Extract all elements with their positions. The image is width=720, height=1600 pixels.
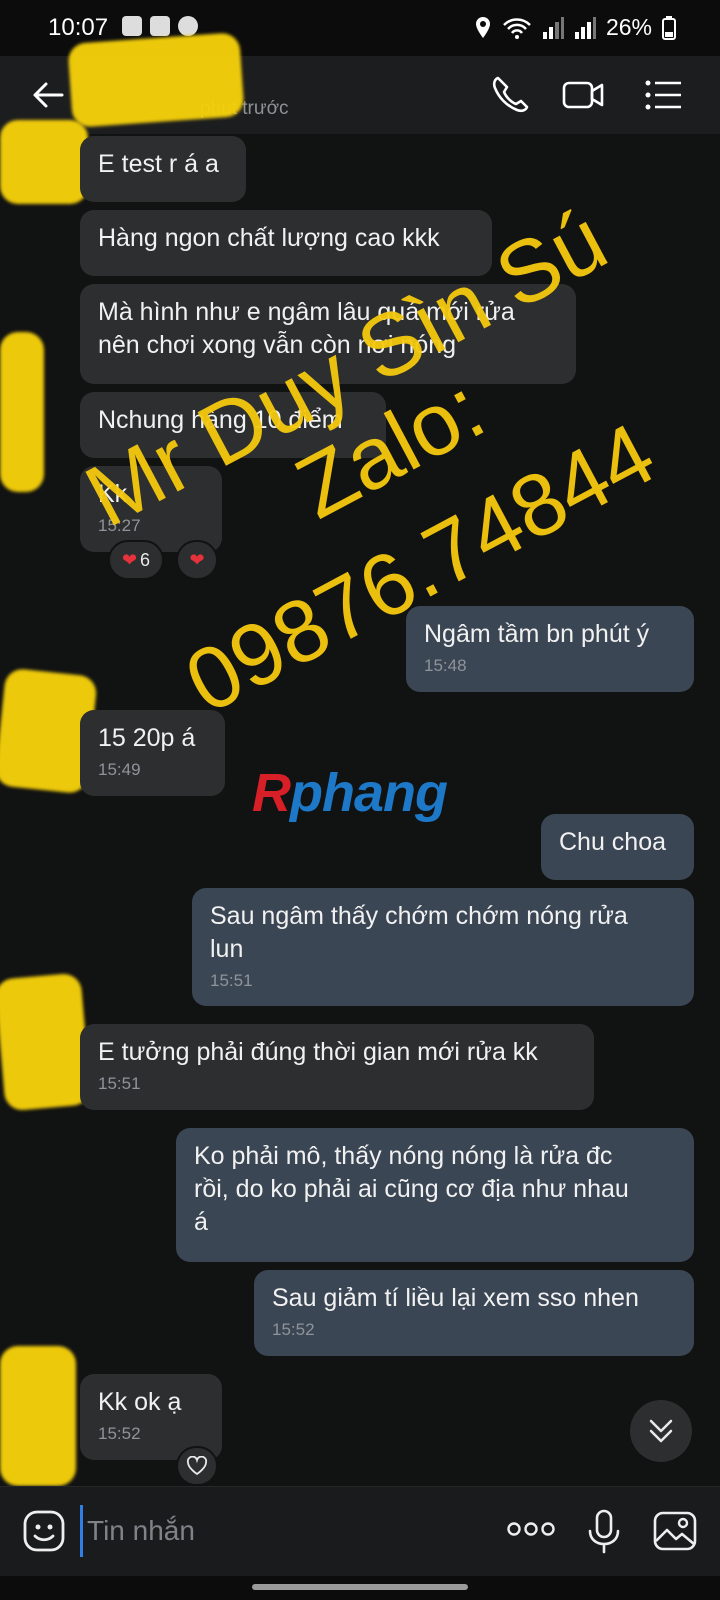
message-outgoing[interactable]: Sau ngâm thấy chớm chớm nóng rửa lun 15:… (192, 888, 694, 1006)
heart-icon: ❤ (189, 549, 205, 570)
scroll-to-bottom-button[interactable] (630, 1400, 692, 1462)
back-arrow-icon[interactable] (28, 74, 70, 116)
status-time: 10:07 (48, 14, 109, 41)
brand-logo: Rphang (252, 762, 448, 824)
signal-icon (542, 16, 564, 39)
status-right: 26% (474, 14, 676, 41)
message-time: 15:48 (424, 656, 467, 675)
signal-icon-2 (574, 16, 596, 39)
microphone-icon[interactable] (586, 1509, 622, 1555)
location-icon (475, 16, 490, 38)
message-text-line: Mà hình như e ngâm lâu quá mới rửa (98, 298, 515, 326)
menu-list-icon[interactable] (640, 72, 686, 118)
message-incoming[interactable]: Hàng ngon chất lượng cao kkk (80, 210, 492, 276)
message-time: 15:52 (98, 1424, 141, 1443)
message-time: 15:51 (210, 971, 253, 990)
home-indicator[interactable] (252, 1584, 468, 1590)
phone-call-icon[interactable] (488, 72, 534, 118)
message-outgoing[interactable]: Ngâm tầm bn phút ý 15:48 (406, 606, 694, 692)
react-heart-button[interactable]: ❤ (176, 540, 218, 580)
message-time: 15:27 (98, 516, 141, 535)
message-text: Ngâm tầm bn phút ý (424, 620, 650, 648)
message-outgoing[interactable]: Chu choa (541, 814, 694, 880)
message-text: Kk ok ạ (98, 1388, 182, 1416)
wifi-icon (503, 17, 531, 39)
message-text: Chu choa (559, 828, 667, 856)
message-text: Hàng ngon chất lượng cao kkk (98, 224, 440, 252)
message-text: Sau giảm tí liều lại xem sso nhen (272, 1284, 639, 1312)
notification-icons (122, 16, 198, 36)
video-call-icon[interactable] (560, 72, 606, 118)
message-text-line: nên chơi xong vẫn còn nơi nóng (98, 331, 457, 359)
message-text: Nchung hàng 10 điểm (98, 406, 343, 434)
battery-percent: 26% (605, 14, 652, 40)
message-incoming[interactable]: E tưởng phải đúng thời gian mới rửa kk 1… (80, 1024, 594, 1110)
message-text-line: Sau ngâm thấy chớm chớm nóng rửa (210, 902, 628, 930)
message-text-line: á (194, 1208, 208, 1236)
messenger-icon (122, 16, 142, 36)
message-time: 15:52 (272, 1320, 315, 1339)
image-gallery-icon[interactable] (652, 1509, 698, 1553)
message-input[interactable] (80, 1505, 489, 1557)
redaction-mark-name (67, 32, 245, 128)
more-options-icon[interactable] (506, 1521, 556, 1537)
message-incoming[interactable]: Kk 15:27 (80, 466, 222, 552)
message-time: 15:49 (98, 760, 141, 779)
message-outgoing[interactable]: Sau giảm tí liều lại xem sso nhen 15:52 (254, 1270, 694, 1356)
message-text-line: Ko phải mô, thấy nóng nóng là rửa đc (194, 1142, 613, 1170)
message-text: E tưởng phải đúng thời gian mới rửa kk (98, 1038, 538, 1066)
battery-icon (662, 15, 676, 40)
chat-icon (178, 16, 198, 36)
message-incoming[interactable]: 15 20p á 15:49 (80, 710, 225, 796)
logo-text: phang (290, 763, 448, 823)
message-text-line: rồi, do ko phải ai cũng cơ địa như nhau (194, 1175, 629, 1203)
logo-letter: R (252, 763, 291, 823)
message-text: E test r á a (98, 150, 219, 178)
message-composer (0, 1486, 720, 1577)
double-chevron-down-icon (649, 1419, 673, 1443)
redaction-mark-avatar (0, 120, 88, 204)
message-incoming[interactable]: Nchung hàng 10 điểm (80, 392, 386, 458)
message-outgoing[interactable]: Ko phải mô, thấy nóng nóng là rửa đc rồi… (176, 1128, 694, 1262)
message-incoming[interactable]: Mà hình như e ngâm lâu quá mới rửa nên c… (80, 284, 576, 384)
redaction-mark-avatar (0, 1346, 76, 1486)
message-time: 15:51 (98, 1074, 141, 1093)
reaction-count: 6 (140, 549, 151, 570)
gallery-icon (150, 16, 170, 36)
heart-outline-icon (186, 1456, 208, 1476)
redaction-mark-avatar (0, 972, 92, 1112)
message-text: Kk (98, 480, 128, 508)
heart-icon: ❤ (121, 549, 138, 570)
reaction-heart-count[interactable]: ❤ 6 (108, 540, 164, 580)
redaction-mark-avatar (0, 332, 44, 492)
message-incoming[interactable]: E test r á a (80, 136, 246, 202)
react-heart-outline-button[interactable] (176, 1446, 218, 1486)
sticker-icon[interactable] (22, 1509, 66, 1553)
message-text-line: lun (210, 935, 244, 963)
message-text: 15 20p á (98, 724, 196, 752)
